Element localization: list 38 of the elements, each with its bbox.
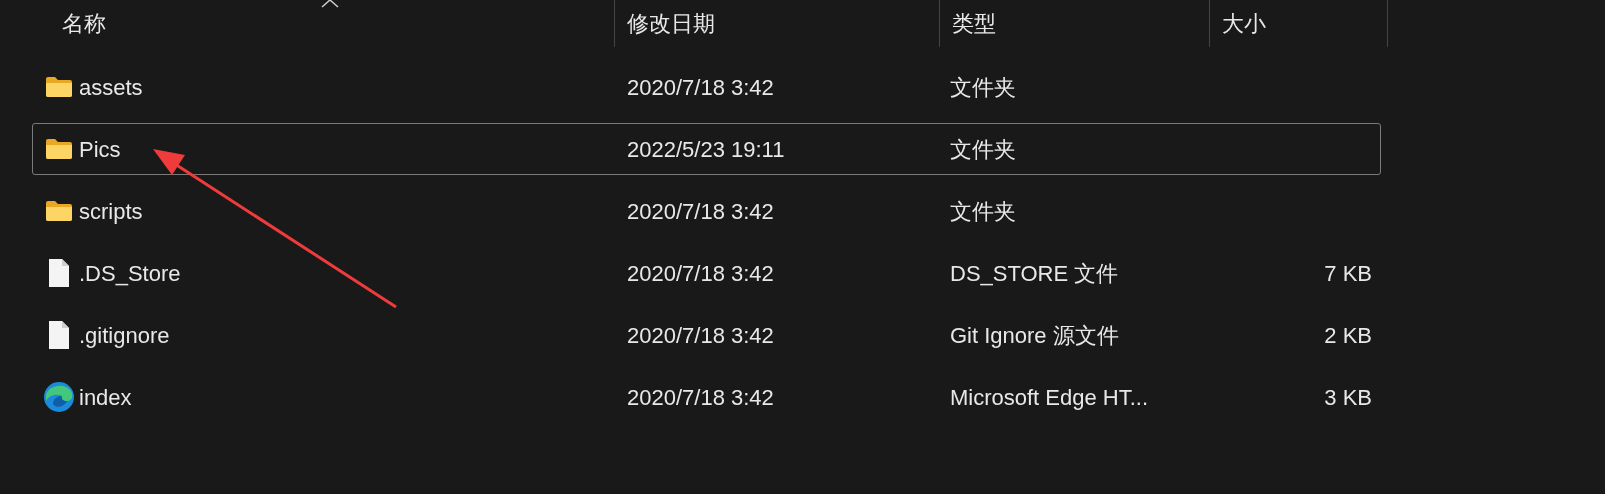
file-icon	[48, 258, 70, 288]
sort-icon	[321, 0, 339, 8]
modified-date: 2020/7/18 3:42	[627, 198, 774, 224]
file-type: 文件夹	[950, 136, 1016, 162]
file-row[interactable]: .gitignore 2020/7/18 3:42 Git Ignore 源文件 2 KB	[32, 309, 1381, 361]
file-size: 2 KB	[1324, 321, 1372, 350]
file-name: scripts	[79, 197, 143, 226]
file-row[interactable]: Pics 2022/5/23 19:11 文件夹	[32, 123, 1381, 175]
file-icon	[48, 320, 70, 350]
modified-date: 2020/7/18 3:42	[627, 260, 774, 286]
file-type: Microsoft Edge HT...	[950, 384, 1149, 410]
folder-icon	[45, 200, 73, 222]
file-name: .DS_Store	[79, 259, 181, 288]
file-row[interactable]: assets 2020/7/18 3:42 文件夹	[32, 61, 1381, 113]
modified-date: 2020/7/18 3:42	[627, 384, 774, 410]
file-name: .gitignore	[79, 321, 170, 350]
modified-date: 2022/5/23 19:11	[627, 136, 785, 162]
folder-icon	[45, 138, 73, 160]
file-type: 文件夹	[950, 198, 1016, 224]
file-type: Git Ignore 源文件	[950, 322, 1119, 348]
folder-icon	[45, 76, 73, 98]
column-header[interactable]: 类型	[939, 0, 1209, 47]
file-name: index	[79, 383, 132, 412]
modified-date: 2020/7/18 3:42	[627, 322, 774, 348]
file-row[interactable]: scripts 2020/7/18 3:42 文件夹	[32, 185, 1381, 237]
file-row[interactable]: .DS_Store 2020/7/18 3:42 DS_STORE 文件 7 KB	[32, 247, 1381, 299]
column-header[interactable]: 大小	[1209, 0, 1388, 47]
file-type: DS_STORE 文件	[950, 260, 1119, 286]
browser-icon	[43, 381, 75, 413]
modified-date: 2020/7/18 3:42	[627, 74, 774, 100]
file-name: assets	[79, 73, 143, 102]
column-header[interactable]: 修改日期	[614, 0, 939, 47]
column-header[interactable]: 名称	[0, 0, 614, 47]
file-size: 3 KB	[1324, 383, 1372, 412]
file-row[interactable]: index 2020/7/18 3:42 Microsoft Edge HT... 3 KB	[32, 371, 1381, 423]
file-size: 7 KB	[1324, 259, 1372, 288]
file-name: Pics	[79, 135, 121, 164]
file-type: 文件夹	[950, 74, 1016, 100]
